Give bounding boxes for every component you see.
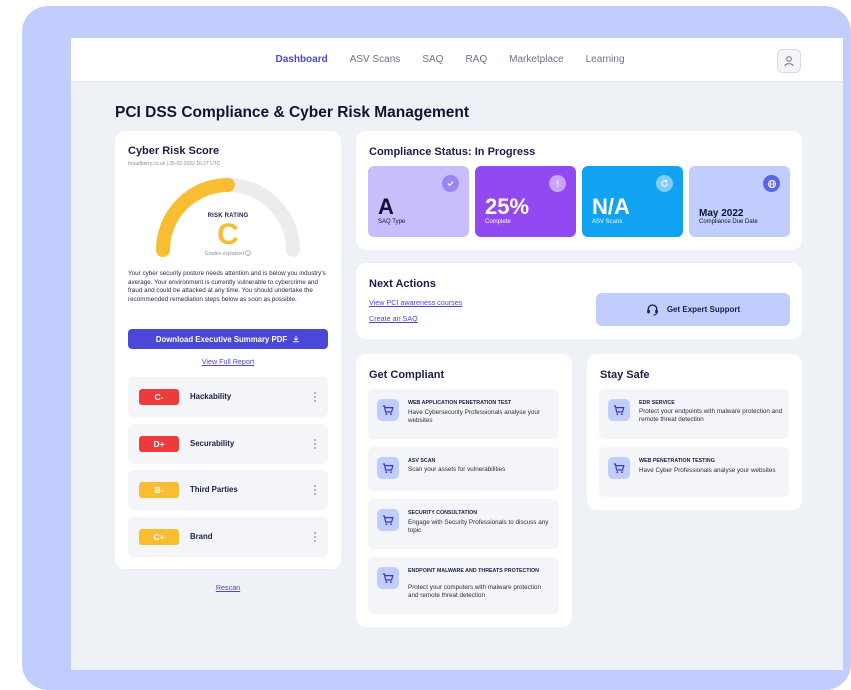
device-frame: Dashboard ASV Scans SAQ RAQ Marketplace … (22, 6, 851, 690)
view-full-report-link[interactable]: View Full Report (115, 357, 341, 366)
stay-safe-card: Stay Safe EDR SERVICE Protect your endpo… (587, 354, 802, 510)
service-item-edr[interactable]: EDR SERVICE Protect your endpoints with … (599, 389, 789, 439)
service-item-security-consultation[interactable]: SECURITY CONSULTATION Engage with Securi… (368, 499, 559, 549)
service-title: WEB APPLICATION PENETRATION TEST (408, 400, 512, 406)
service-desc: Scan your assets for vulnerabilities (408, 466, 506, 473)
metric-name: Securability (190, 439, 235, 448)
globe-icon (763, 175, 780, 192)
metric-row-third-parties[interactable]: B- Third Parties (128, 470, 328, 510)
metric-grade-badge: C- (139, 389, 179, 405)
service-title: ENDPOINT MALWARE AND THREATS PROTECTION (408, 568, 539, 574)
compliance-title: Compliance Status: In Progress (369, 146, 536, 158)
tile-value: A (378, 194, 394, 219)
metric-grade-badge: C+ (139, 529, 179, 545)
nav-links: Dashboard ASV Scans SAQ RAQ Marketplace … (71, 54, 843, 65)
tile-value: May 2022 (699, 208, 744, 219)
support-button-label: Get Expert Support (666, 305, 741, 314)
metric-row-hackability[interactable]: C- Hackability (128, 377, 328, 417)
cart-icon (377, 567, 399, 589)
cart-icon (377, 509, 399, 531)
grades-explained-text: Grades explained (204, 251, 244, 257)
next-actions-title: Next Actions (369, 278, 436, 290)
download-summary-button[interactable]: Download Executive Summary PDF (128, 329, 328, 349)
compliance-status-card: Compliance Status: In Progress A SAQ Typ… (356, 131, 802, 250)
tile-complete[interactable]: 25% Complete (475, 166, 576, 237)
nav-marketplace[interactable]: Marketplace (509, 54, 563, 65)
nav-raq[interactable]: RAQ (465, 54, 487, 65)
tile-label: SAQ Type (378, 219, 406, 225)
kebab-menu-icon[interactable] (310, 388, 320, 406)
nav-learning[interactable]: Learning (586, 54, 625, 65)
metric-grade-badge: B- (139, 482, 179, 498)
user-menu-button[interactable] (777, 49, 801, 73)
create-saq-link[interactable]: Create an SAQ (369, 314, 418, 323)
headset-icon (647, 304, 658, 316)
grades-explained-link[interactable]: Grades explained (115, 250, 341, 257)
get-compliant-title: Get Compliant (369, 369, 445, 381)
exclamation-icon (549, 175, 566, 192)
metric-grade-badge: D+ (139, 436, 179, 452)
info-icon (245, 250, 252, 256)
risk-card-title: Cyber Risk Score (128, 145, 220, 157)
tile-saq-type[interactable]: A SAQ Type (368, 166, 469, 237)
dashboard-screen: Dashboard ASV Scans SAQ RAQ Marketplace … (71, 38, 843, 670)
user-icon (784, 56, 794, 67)
next-actions-card: Next Actions View PCI awareness courses … (356, 263, 802, 339)
tile-label: Complete (485, 219, 511, 225)
refresh-icon (656, 175, 673, 192)
kebab-menu-icon[interactable] (310, 528, 320, 546)
metric-name: Hackability (190, 392, 232, 401)
risk-description: Your cyber security posture needs attent… (128, 270, 326, 303)
metric-row-brand[interactable]: C+ Brand (128, 517, 328, 557)
cart-icon (608, 457, 630, 479)
metric-row-securability[interactable]: D+ Securability (128, 424, 328, 464)
service-title: WEB PENETRATION TESTING (639, 458, 715, 464)
download-button-label: Download Executive Summary PDF (155, 334, 288, 344)
tile-asv-scans[interactable]: N/A ASV Scans (582, 166, 683, 237)
service-desc: Have Cyber Professionals analyse your we… (639, 467, 776, 474)
tile-label: ASV Scans (592, 219, 623, 225)
metric-name: Brand (190, 532, 213, 541)
tile-due-date[interactable]: May 2022 Compliance Due Date (689, 166, 790, 237)
metric-name: Third Parties (190, 485, 238, 494)
stay-safe-title: Stay Safe (600, 369, 650, 381)
tile-value: 25% (485, 194, 530, 219)
cyber-risk-card: Cyber Risk Score broadberry.co.uk | 25-0… (115, 131, 341, 569)
pci-courses-link[interactable]: View PCI awareness courses (369, 298, 462, 307)
cart-icon (377, 399, 399, 421)
risk-grade: C (217, 218, 239, 251)
nav-asv-scans[interactable]: ASV Scans (350, 54, 401, 65)
tile-label: Compliance Due Date (699, 219, 758, 225)
service-title: ASV SCAN (408, 458, 436, 464)
download-icon (293, 335, 300, 343)
service-title: SECURITY CONSULTATION (408, 510, 478, 516)
kebab-menu-icon[interactable] (310, 481, 320, 499)
service-item-web-pentest[interactable]: WEB PENETRATION TESTING Have Cyber Profe… (599, 447, 789, 497)
service-desc: Engage with Security Professionals to di… (408, 519, 549, 535)
risk-meta: broadberry.co.uk | 25-02-2022 16:27 UTC (128, 161, 221, 167)
service-desc: Have Cybersecurity Professionals analyse… (408, 409, 540, 425)
top-navbar: Dashboard ASV Scans SAQ RAQ Marketplace … (71, 38, 843, 82)
tile-value: N/A (592, 194, 630, 219)
rescan-link[interactable]: Rescan (115, 583, 341, 592)
service-desc: Protect your endpoints with malware prot… (639, 408, 783, 424)
service-item-web-app-pentest[interactable]: WEB APPLICATION PENETRATION TEST Have Cy… (368, 389, 559, 439)
nav-saq[interactable]: SAQ (422, 54, 443, 65)
service-item-asv-scan[interactable]: ASV SCAN Scan your assets for vulnerabil… (368, 447, 559, 491)
kebab-menu-icon[interactable] (310, 435, 320, 453)
service-item-endpoint-protection[interactable]: ENDPOINT MALWARE AND THREATS PROTECTION … (368, 557, 559, 614)
get-expert-support-button[interactable]: Get Expert Support (596, 293, 790, 326)
cart-icon (377, 457, 399, 479)
cart-icon (608, 399, 630, 421)
nav-dashboard[interactable]: Dashboard (275, 54, 327, 65)
check-icon (442, 175, 459, 192)
page-title: PCI DSS Compliance & Cyber Risk Manageme… (115, 104, 470, 121)
service-title: EDR SERVICE (639, 400, 675, 406)
service-desc: Protect your computers with malware prot… (408, 584, 541, 600)
get-compliant-card: Get Compliant WEB APPLICATION PENETRATIO… (356, 354, 572, 627)
